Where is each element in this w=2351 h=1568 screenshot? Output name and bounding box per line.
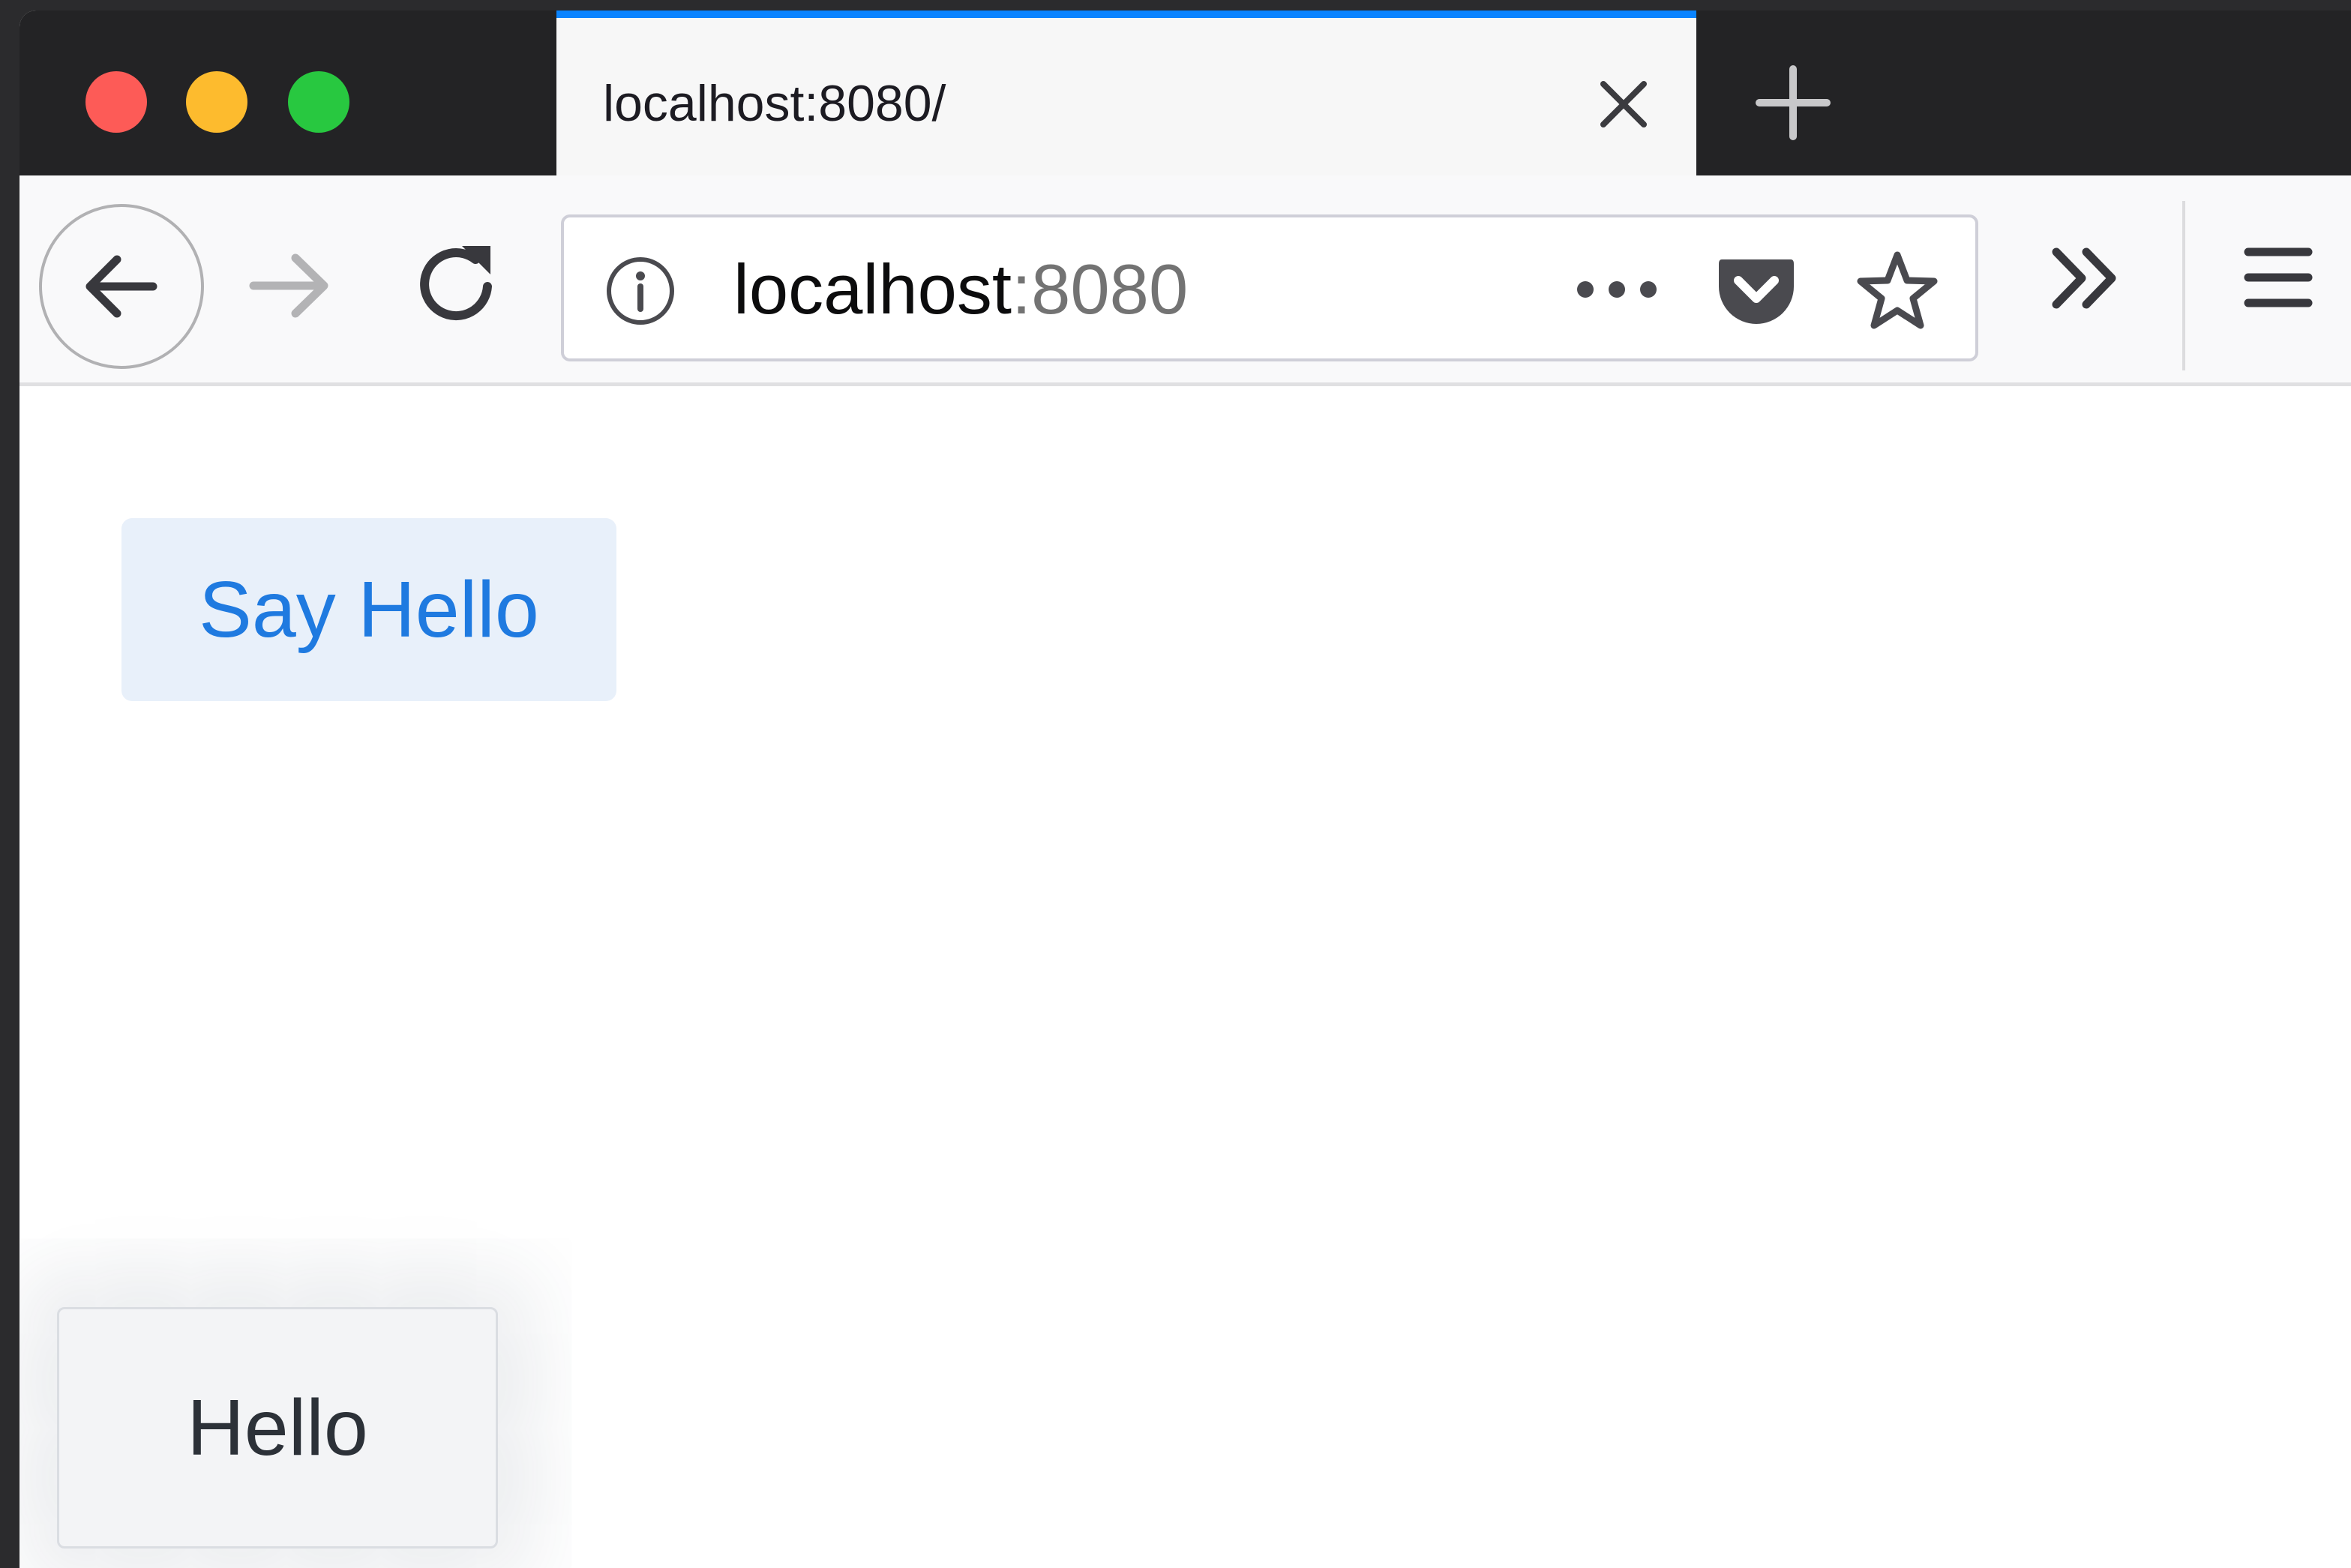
browser-window: localhost:8080/ localhost:8080 Say Hello…: [19, 10, 2351, 1568]
more-dots-icon[interactable]: [1572, 265, 1662, 313]
zoom-window-button[interactable]: [288, 71, 349, 133]
say-hello-button[interactable]: Say Hello: [121, 518, 616, 701]
url-host: localhost: [733, 250, 1012, 328]
active-tab[interactable]: localhost:8080/: [556, 10, 1696, 175]
page-content: Say Hello Hello: [19, 386, 2351, 1568]
tab-accent-line: [556, 10, 1696, 18]
nav-toolbar: localhost:8080: [19, 175, 2351, 386]
forward-arrow-icon[interactable]: [241, 237, 339, 334]
back-button[interactable]: [39, 204, 204, 369]
minimize-window-button[interactable]: [186, 71, 247, 133]
tab-title: localhost:8080/: [603, 75, 946, 132]
reload-icon[interactable]: [409, 234, 507, 331]
hello-toast: Hello: [57, 1307, 498, 1549]
back-arrow-icon: [85, 255, 157, 318]
url-text[interactable]: localhost:8080: [733, 250, 1188, 328]
url-port: :8080: [1012, 250, 1189, 328]
close-icon[interactable]: [1590, 70, 1657, 138]
info-icon[interactable]: [604, 255, 676, 327]
hamburger-menu-icon[interactable]: [2239, 238, 2317, 316]
title-bar: localhost:8080/: [19, 10, 2351, 175]
new-tab-plus-icon[interactable]: [1752, 61, 1834, 144]
double-chevron-icon[interactable]: [2044, 237, 2127, 319]
pocket-icon[interactable]: [1713, 246, 1800, 333]
url-bar[interactable]: localhost:8080: [561, 214, 1978, 361]
toolbar-separator: [2182, 201, 2185, 370]
star-icon[interactable]: [1854, 247, 1941, 334]
close-window-button[interactable]: [85, 71, 147, 133]
